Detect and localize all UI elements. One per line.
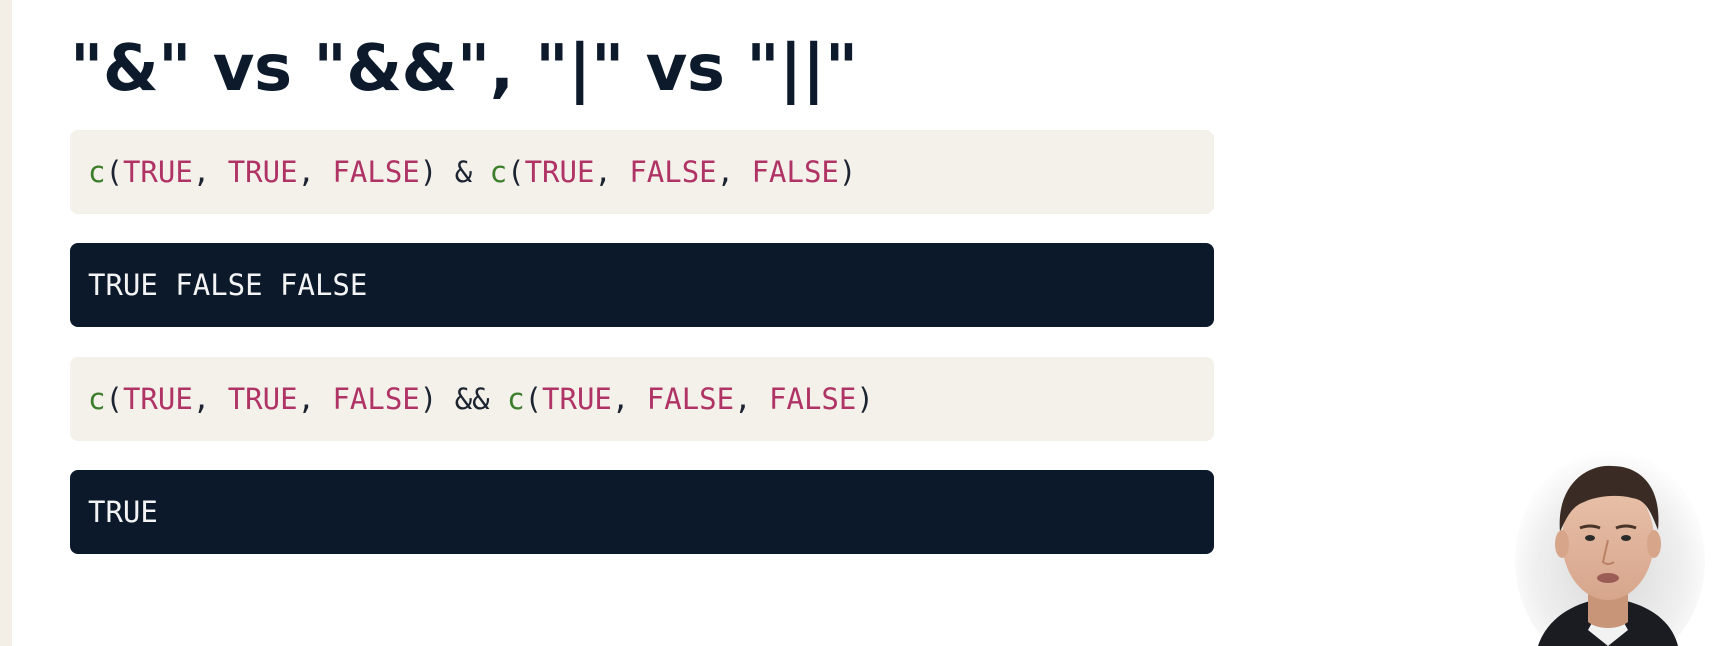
punctuation-token: , [716,155,752,189]
function-token: c [489,155,508,189]
function-token: c [507,382,525,416]
presenter-webcam [1500,440,1734,646]
output-text-1: TRUE FALSE FALSE [88,268,368,302]
output-text-2: TRUE [88,495,158,529]
constant-token: TRUE [122,382,193,416]
constant-token: FALSE [332,155,420,189]
punctuation-token: ) [419,382,438,416]
punctuation-token: ( [507,155,525,189]
code-line-2: c(TRUE, TRUE, FALSE) && c(TRUE, FALSE, F… [88,382,874,416]
constant-token: TRUE [524,155,595,189]
punctuation-token: , [297,382,333,416]
punctuation-token: ) [419,155,438,189]
output-block-1: TRUE FALSE FALSE [70,243,1214,327]
constant-token: TRUE [122,155,193,189]
constant-token: TRUE [227,155,298,189]
constant-token: FALSE [769,382,857,416]
page-title: "&" vs "&&", "|" vs "||" [70,32,858,106]
operator-token: & [437,155,490,189]
function-token: c [88,155,106,189]
constant-token: FALSE [332,382,420,416]
slide: "&" vs "&&", "|" vs "||" c(TRUE, TRUE, F… [12,0,1734,646]
code-block-1: c(TRUE, TRUE, FALSE) & c(TRUE, FALSE, FA… [70,130,1214,214]
punctuation-token: , [734,382,770,416]
code-block-2: c(TRUE, TRUE, FALSE) && c(TRUE, FALSE, F… [70,357,1214,441]
punctuation-token: , [297,155,333,189]
punctuation-token: , [594,155,630,189]
constant-token: FALSE [629,155,717,189]
constant-token: FALSE [751,155,839,189]
constant-token: TRUE [227,382,298,416]
output-block-2: TRUE [70,470,1214,554]
punctuation-token: ( [105,155,123,189]
operator-token: && [437,382,508,416]
punctuation-token: ) [838,155,857,189]
constant-token: TRUE [542,382,612,416]
code-line-1: c(TRUE, TRUE, FALSE) & c(TRUE, FALSE, FA… [88,155,856,189]
function-token: c [88,382,106,416]
punctuation-token: , [192,382,228,416]
presenter-video-icon [1500,440,1734,646]
punctuation-token: , [611,382,647,416]
punctuation-token: ) [856,382,874,416]
punctuation-token: , [192,155,228,189]
punctuation-token: ( [524,382,543,416]
constant-token: FALSE [646,382,735,416]
punctuation-token: ( [105,382,123,416]
